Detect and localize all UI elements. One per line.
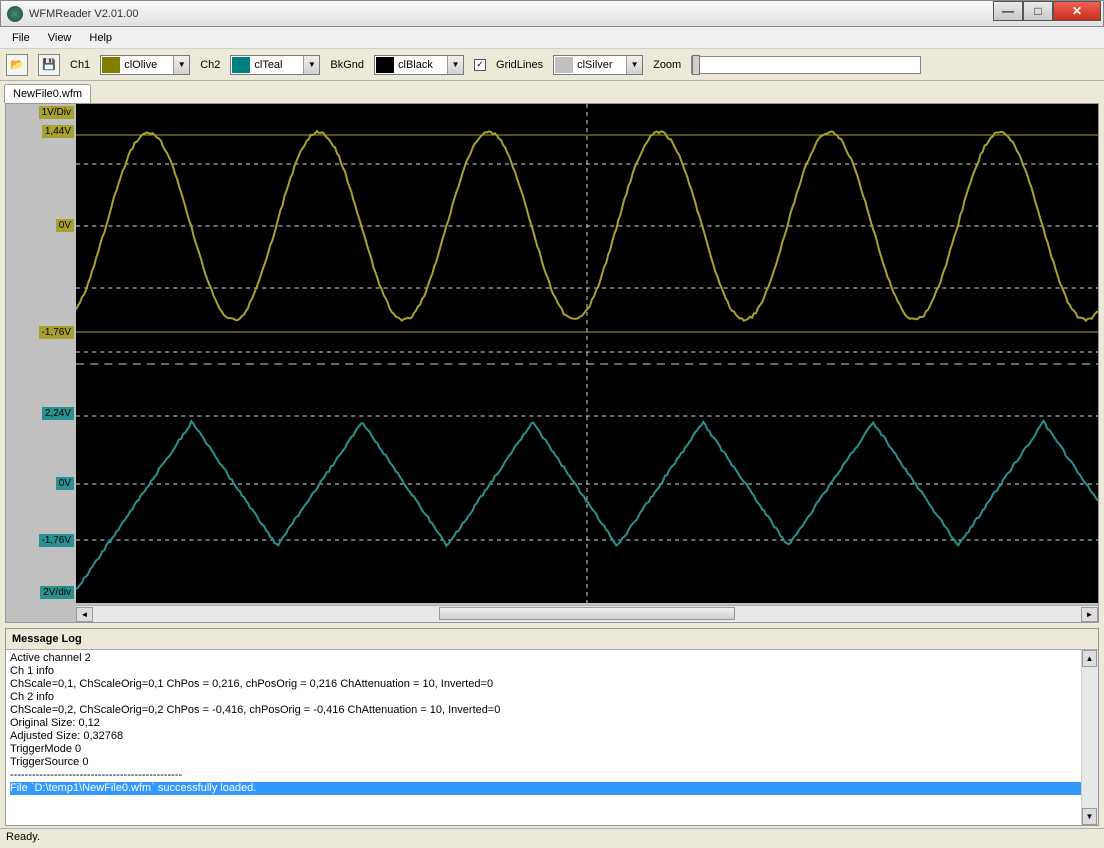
ch2-swatch	[232, 57, 250, 73]
app-icon	[7, 6, 23, 22]
window-title: WFMReader V2.01.00	[29, 8, 138, 20]
ch2-min-label: -1,76V	[39, 534, 74, 547]
tab-bar: NewFile0.wfm	[0, 81, 1104, 103]
plot-area: 1V/Div 1,44V 0V -1,76V 2,24V 0V -1,76V 2…	[5, 103, 1099, 623]
chevron-down-icon: ▼	[303, 56, 319, 74]
gridlines-label: GridLines	[496, 59, 543, 71]
scroll-down-icon[interactable]: ▼	[1082, 808, 1097, 825]
log-line[interactable]: Adjusted Size: 0,32768	[10, 730, 1094, 743]
close-button[interactable]: ✕	[1053, 1, 1101, 21]
ch2-label: Ch2	[200, 59, 220, 71]
scroll-thumb[interactable]	[439, 607, 735, 620]
log-line[interactable]: File `D:\temp1\NewFile0.wfm` successfull…	[10, 782, 1094, 795]
status-text: Ready.	[6, 831, 40, 843]
file-tab[interactable]: NewFile0.wfm	[4, 84, 91, 103]
log-line[interactable]: Original Size: 0,12	[10, 717, 1094, 730]
ch1-color-text: clOlive	[121, 59, 173, 71]
bkgnd-color-combo[interactable]: clBlack ▼	[374, 55, 464, 75]
zoom-label: Zoom	[653, 59, 681, 71]
ch1-max-label: 1,44V	[42, 125, 74, 138]
log-line[interactable]: TriggerSource 0	[10, 756, 1094, 769]
menu-help[interactable]: Help	[81, 29, 120, 47]
status-bar: Ready.	[0, 828, 1104, 848]
bkgnd-swatch	[376, 57, 394, 73]
message-log-title: Message Log	[6, 629, 1098, 650]
toolbar: 📂 💾 Ch1 clOlive ▼ Ch2 clTeal ▼ BkGnd clB…	[0, 49, 1104, 81]
open-button[interactable]: 📂	[6, 54, 28, 76]
scroll-right-icon[interactable]: ►	[1081, 607, 1098, 622]
ch2-color-text: clTeal	[251, 59, 303, 71]
ch1-label: Ch1	[70, 59, 90, 71]
ch1-color-combo[interactable]: clOlive ▼	[100, 55, 190, 75]
menu-file[interactable]: File	[4, 29, 38, 47]
gridlines-checkbox[interactable]: ✓	[474, 59, 486, 71]
log-line[interactable]: Ch 2 info	[10, 691, 1094, 704]
menu-bar: File View Help	[0, 27, 1104, 49]
message-log-body[interactable]: Active channel 2Ch 1 infoChScale=0,1, Ch…	[6, 650, 1098, 825]
ch2-zero-label: 0V	[56, 477, 74, 490]
log-line[interactable]: ChScale=0,1, ChScaleOrig=0,1 ChPos = 0,2…	[10, 678, 1094, 691]
grid-color-text: clSilver	[574, 59, 626, 71]
zoom-slider[interactable]	[691, 56, 921, 74]
save-button[interactable]: 💾	[38, 54, 60, 76]
ch1-zero-label: 0V	[56, 219, 74, 232]
log-line[interactable]: Ch 1 info	[10, 665, 1094, 678]
minimize-button[interactable]: ―	[993, 1, 1023, 21]
horizontal-scrollbar[interactable]: ◄ ►	[76, 605, 1098, 622]
log-line[interactable]: ----------------------------------------…	[10, 769, 1094, 782]
axis-gutter: 1V/Div 1,44V 0V -1,76V 2,24V 0V -1,76V 2…	[6, 104, 76, 603]
message-log-panel: Message Log Active channel 2Ch 1 infoChS…	[5, 628, 1099, 826]
ch2-scale-label: 2V/div	[40, 586, 74, 599]
grid-swatch	[555, 57, 573, 73]
title-bar: WFMReader V2.01.00 ― □ ✕	[0, 0, 1104, 27]
chevron-down-icon: ▼	[447, 56, 463, 74]
ch1-swatch	[102, 57, 120, 73]
bkgnd-label: BkGnd	[330, 59, 364, 71]
oscilloscope-canvas[interactable]	[76, 104, 1098, 603]
scroll-left-icon[interactable]: ◄	[76, 607, 93, 622]
ch2-color-combo[interactable]: clTeal ▼	[230, 55, 320, 75]
log-line[interactable]: Active channel 2	[10, 652, 1094, 665]
scroll-track[interactable]	[93, 607, 1081, 622]
maximize-button[interactable]: □	[1023, 1, 1053, 21]
log-line[interactable]: TriggerMode 0	[10, 743, 1094, 756]
scroll-up-icon[interactable]: ▲	[1082, 650, 1097, 667]
log-line[interactable]: ChScale=0,2, ChScaleOrig=0,2 ChPos = -0,…	[10, 704, 1094, 717]
ch1-min-label: -1,76V	[39, 326, 74, 339]
bkgnd-color-text: clBlack	[395, 59, 447, 71]
chevron-down-icon: ▼	[173, 56, 189, 74]
chevron-down-icon: ▼	[626, 56, 642, 74]
save-icon: 💾	[42, 58, 56, 71]
ch1-scale-label: 1V/Div	[39, 106, 74, 119]
ch2-max-label: 2,24V	[42, 407, 74, 420]
menu-view[interactable]: View	[40, 29, 80, 47]
grid-color-combo[interactable]: clSilver ▼	[553, 55, 643, 75]
vertical-scrollbar[interactable]: ▲ ▼	[1081, 650, 1098, 825]
folder-open-icon: 📂	[10, 58, 24, 71]
zoom-thumb[interactable]	[692, 55, 700, 75]
